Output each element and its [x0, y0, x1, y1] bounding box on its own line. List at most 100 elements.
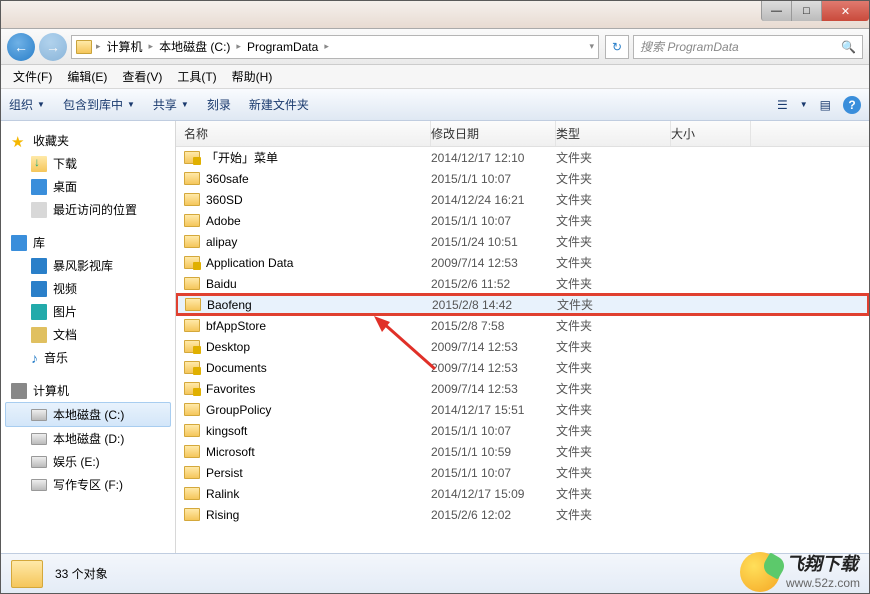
- sidebar-item-drive-d[interactable]: 本地磁盘 (D:): [5, 427, 171, 450]
- video-icon: [31, 281, 47, 297]
- file-row[interactable]: Desktop2009/7/14 12:53文件夹: [176, 336, 869, 357]
- column-name[interactable]: 名称: [176, 121, 431, 146]
- navigation-pane: ★收藏夹 下载 桌面 最近访问的位置 库 暴风影视库 视频 图片 文档 ♪音乐 …: [1, 121, 176, 553]
- menu-view[interactable]: 查看(V): [116, 66, 168, 87]
- drive-icon: [31, 409, 47, 421]
- folder-icon: [11, 560, 43, 588]
- column-type[interactable]: 类型: [556, 121, 671, 146]
- file-row[interactable]: 360safe2015/1/1 10:07文件夹: [176, 168, 869, 189]
- refresh-button[interactable]: ↻: [605, 35, 629, 59]
- file-row[interactable]: Baidu2015/2/6 11:52文件夹: [176, 273, 869, 294]
- file-type: 文件夹: [556, 380, 671, 397]
- star-icon: ★: [11, 133, 27, 149]
- file-row[interactable]: Ralink2014/12/17 15:09文件夹: [176, 483, 869, 504]
- address-bar[interactable]: ▸ 计算机 ▸ 本地磁盘 (C:) ▸ ProgramData ▸ ▾: [71, 35, 599, 59]
- file-row[interactable]: Baofeng2015/2/8 14:42文件夹: [176, 294, 869, 315]
- forward-button[interactable]: →: [39, 33, 67, 61]
- file-row[interactable]: Application Data2009/7/14 12:53文件夹: [176, 252, 869, 273]
- chevron-down-icon: ▼: [800, 100, 808, 109]
- menu-edit[interactable]: 编辑(E): [61, 66, 113, 87]
- file-row[interactable]: kingsoft2015/1/1 10:07文件夹: [176, 420, 869, 441]
- file-type: 文件夹: [556, 170, 671, 187]
- sidebar-item-downloads[interactable]: 下载: [5, 152, 171, 175]
- minimize-button[interactable]: —: [761, 1, 791, 21]
- search-icon: 🔍: [841, 40, 856, 54]
- file-date: 2014/12/17 15:51: [431, 403, 556, 417]
- sidebar-item-recent[interactable]: 最近访问的位置: [5, 198, 171, 221]
- folder-icon: [184, 508, 200, 521]
- help-icon[interactable]: ?: [843, 96, 861, 114]
- organize-button[interactable]: 组织▼: [9, 96, 45, 113]
- file-row[interactable]: GroupPolicy2014/12/17 15:51文件夹: [176, 399, 869, 420]
- menu-file[interactable]: 文件(F): [7, 66, 58, 87]
- file-name: Rising: [206, 508, 239, 522]
- new-folder-button[interactable]: 新建文件夹: [249, 96, 309, 113]
- file-row[interactable]: bfAppStore2015/2/8 7:58文件夹: [176, 315, 869, 336]
- file-name: 360SD: [206, 193, 243, 207]
- folder-icon: [184, 151, 200, 164]
- file-name: Microsoft: [206, 445, 255, 459]
- menu-tools[interactable]: 工具(T): [171, 66, 222, 87]
- lock-icon: [193, 262, 201, 270]
- chevron-down-icon[interactable]: ▾: [589, 41, 594, 52]
- breadcrumb-programdata[interactable]: ProgramData: [245, 40, 320, 54]
- picture-icon: [31, 304, 47, 320]
- sidebar-item-music[interactable]: ♪音乐: [5, 346, 171, 369]
- computer-header[interactable]: 计算机: [5, 379, 171, 402]
- back-button[interactable]: ←: [7, 33, 35, 61]
- sidebar-item-drive-c[interactable]: 本地磁盘 (C:): [5, 402, 171, 427]
- maximize-button[interactable]: □: [791, 1, 821, 21]
- file-row[interactable]: 360SD2014/12/24 16:21文件夹: [176, 189, 869, 210]
- include-in-library-button[interactable]: 包含到库中▼: [63, 96, 135, 113]
- toolbar-right: ☰ ▼ ▤ ?: [777, 96, 861, 114]
- folder-icon: [184, 403, 200, 416]
- file-date: 2014/12/24 16:21: [431, 193, 556, 207]
- file-list[interactable]: 「开始」菜单2014/12/17 12:10文件夹360safe2015/1/1…: [176, 147, 869, 553]
- sidebar-item-videos[interactable]: 视频: [5, 277, 171, 300]
- file-type: 文件夹: [556, 149, 671, 166]
- sidebar-item-desktop[interactable]: 桌面: [5, 175, 171, 198]
- libraries-header[interactable]: 库: [5, 231, 171, 254]
- close-button[interactable]: ✕: [821, 1, 869, 21]
- tree-favorites: ★收藏夹 下载 桌面 最近访问的位置: [5, 129, 171, 221]
- file-row[interactable]: Adobe2015/1/1 10:07文件夹: [176, 210, 869, 231]
- file-row[interactable]: alipay2015/1/24 10:51文件夹: [176, 231, 869, 252]
- column-date[interactable]: 修改日期: [431, 121, 556, 146]
- search-input[interactable]: 搜索 ProgramData 🔍: [633, 35, 863, 59]
- computer-icon: [11, 383, 27, 399]
- breadcrumb-computer[interactable]: 计算机: [105, 38, 145, 55]
- music-icon: ♪: [31, 350, 38, 366]
- file-date: 2015/1/1 10:07: [431, 424, 556, 438]
- file-type: 文件夹: [556, 233, 671, 250]
- file-row[interactable]: Favorites2009/7/14 12:53文件夹: [176, 378, 869, 399]
- file-row[interactable]: 「开始」菜单2014/12/17 12:10文件夹: [176, 147, 869, 168]
- file-row[interactable]: Rising2015/2/6 12:02文件夹: [176, 504, 869, 525]
- file-row[interactable]: Documents2009/7/14 12:53文件夹: [176, 357, 869, 378]
- sidebar-item-documents[interactable]: 文档: [5, 323, 171, 346]
- view-mode-button[interactable]: ☰: [777, 98, 788, 112]
- burn-button[interactable]: 刻录: [207, 96, 231, 113]
- sidebar-item-drive-e[interactable]: 娱乐 (E:): [5, 450, 171, 473]
- file-date: 2015/1/1 10:07: [431, 466, 556, 480]
- file-type: 文件夹: [556, 443, 671, 460]
- favorites-header[interactable]: ★收藏夹: [5, 129, 171, 152]
- file-row[interactable]: Persist2015/1/1 10:07文件夹: [176, 462, 869, 483]
- file-date: 2015/1/1 10:59: [431, 445, 556, 459]
- share-button[interactable]: 共享▼: [153, 96, 189, 113]
- tree-computer: 计算机 本地磁盘 (C:) 本地磁盘 (D:) 娱乐 (E:) 写作专区 (F:…: [5, 379, 171, 496]
- file-row[interactable]: Microsoft 2015/1/1 10:59文件夹: [176, 441, 869, 462]
- folder-icon: [184, 172, 200, 185]
- folder-icon: [184, 445, 200, 458]
- file-name: GroupPolicy: [206, 403, 271, 417]
- sidebar-item-pictures[interactable]: 图片: [5, 300, 171, 323]
- file-date: 2009/7/14 12:53: [431, 382, 556, 396]
- preview-pane-button[interactable]: ▤: [820, 98, 831, 112]
- menu-help[interactable]: 帮助(H): [226, 66, 279, 87]
- sidebar-item-drive-f[interactable]: 写作专区 (F:): [5, 473, 171, 496]
- breadcrumb-drive-c[interactable]: 本地磁盘 (C:): [157, 38, 232, 55]
- folder-icon: [184, 193, 200, 206]
- column-size[interactable]: 大小: [671, 121, 751, 146]
- watermark-logo: [740, 552, 780, 592]
- lock-icon: [193, 367, 201, 375]
- sidebar-item-storm[interactable]: 暴风影视库: [5, 254, 171, 277]
